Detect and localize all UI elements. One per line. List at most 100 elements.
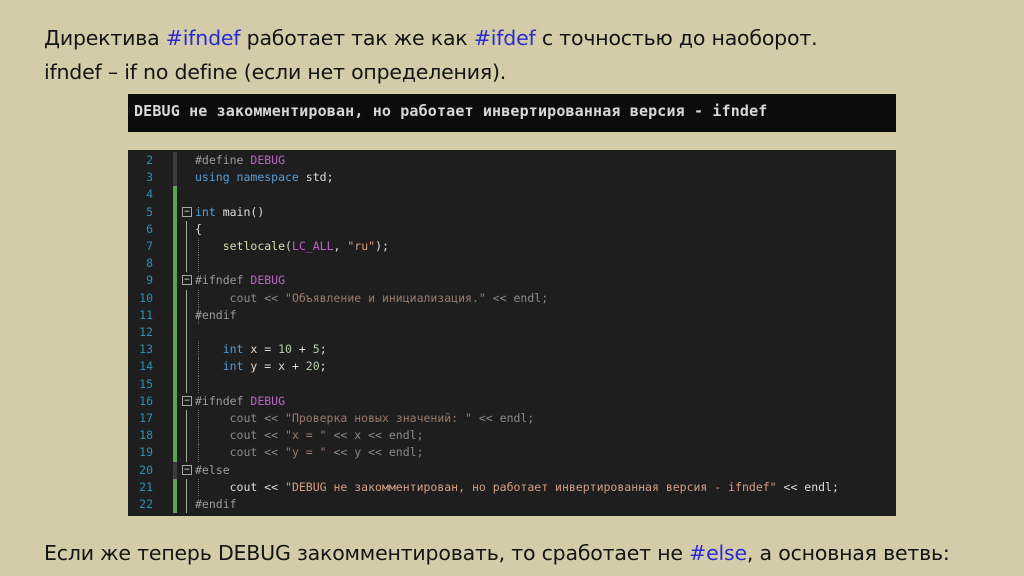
change-marker bbox=[173, 427, 177, 445]
code-text: cout << "DEBUG не закомментирован, но ра… bbox=[195, 479, 839, 496]
code-text: setlocale(LC_ALL, "ru"); bbox=[195, 238, 389, 255]
code-line: 6{ bbox=[128, 220, 896, 238]
line-number: 17 bbox=[139, 411, 153, 425]
code-text: int x = 10 + 5; bbox=[195, 341, 327, 358]
code-token: 10 bbox=[278, 342, 292, 357]
code-token: #endif bbox=[195, 307, 237, 322]
code-token: { bbox=[195, 221, 202, 236]
code-line: 4 bbox=[128, 186, 896, 204]
indent-guide bbox=[198, 375, 199, 393]
code-token: cout << bbox=[195, 290, 286, 305]
else-keyword: #else bbox=[689, 541, 747, 565]
line-number: 7 bbox=[146, 239, 153, 253]
code-token: ( bbox=[285, 239, 292, 253]
change-marker bbox=[173, 410, 177, 428]
outline-guide bbox=[186, 444, 187, 462]
code-text: cout << "Объявление и инициализация." <<… bbox=[195, 290, 549, 307]
line-number: 11 bbox=[139, 307, 153, 322]
code-token: , bbox=[333, 239, 348, 253]
code-line: 13 int x = 10 + 5; bbox=[128, 341, 896, 359]
code-token: #endif bbox=[195, 497, 237, 511]
line-number: 13 bbox=[139, 342, 153, 357]
outline-guide bbox=[186, 238, 187, 256]
change-marker bbox=[173, 255, 177, 273]
code-token: cout << bbox=[195, 445, 286, 460]
code-token: DEBUG bbox=[250, 153, 286, 167]
console-output-text: DEBUG не закомментирован, но работает ин… bbox=[134, 102, 768, 120]
code-token: << endl; bbox=[471, 411, 535, 425]
line-number: 19 bbox=[139, 445, 153, 460]
collapse-icon[interactable]: − bbox=[182, 206, 192, 217]
code-token: #ifndef bbox=[195, 393, 251, 408]
code-line: 22 #endif bbox=[128, 496, 896, 514]
caption-text: , а основная ветвь: bbox=[746, 541, 950, 565]
collapse-icon[interactable]: − bbox=[182, 395, 192, 406]
code-editor: 2 #define DEBUG 3 using namespace std; 4 5− in… bbox=[128, 150, 896, 516]
change-marker bbox=[173, 306, 177, 324]
line-number: 6 bbox=[146, 221, 153, 236]
code-line: 11 #endif bbox=[128, 306, 896, 324]
ifndef-keyword: #ifndef bbox=[165, 26, 241, 50]
code-token: "Объявление и инициализация." bbox=[285, 290, 486, 305]
code-token: #define bbox=[195, 153, 251, 167]
code-token: cout << bbox=[195, 479, 286, 494]
line-number: 3 bbox=[146, 170, 153, 185]
code-token: "y = " bbox=[285, 445, 327, 460]
line-number: 9 bbox=[146, 273, 153, 288]
change-marker bbox=[173, 392, 177, 410]
change-marker bbox=[173, 238, 177, 256]
line-number: 12 bbox=[139, 325, 153, 339]
code-line: 2 #define DEBUG bbox=[128, 152, 896, 170]
code-token: #else bbox=[195, 462, 230, 477]
code-token: << endl; bbox=[485, 290, 549, 305]
line-number: 10 bbox=[139, 290, 153, 305]
code-token: int bbox=[222, 342, 251, 357]
code-token: y = x + bbox=[250, 359, 306, 374]
line-number: 21 bbox=[139, 479, 153, 494]
change-marker bbox=[173, 324, 177, 342]
code-token: #ifndef bbox=[195, 273, 251, 288]
code-token: cout << bbox=[195, 428, 286, 443]
code-token: "Проверка новых значений: " bbox=[285, 411, 472, 425]
intro-line-1: Директива #ifndef работает так же как #i… bbox=[44, 26, 818, 50]
intro-text: Директива bbox=[44, 26, 166, 50]
line-number: 14 bbox=[139, 359, 153, 374]
change-marker bbox=[173, 169, 177, 187]
code-token: DEBUG bbox=[250, 393, 286, 408]
outline-guide bbox=[186, 410, 187, 428]
line-number: 18 bbox=[139, 428, 153, 443]
code-token: << y << endl; bbox=[326, 445, 424, 460]
code-text: #ifndef DEBUG bbox=[195, 272, 285, 289]
console-output-panel: DEBUG не закомментирован, но работает ин… bbox=[128, 94, 896, 132]
code-line: 21 cout << "DEBUG не закомментирован, но… bbox=[128, 478, 896, 496]
code-text: #else bbox=[195, 462, 230, 479]
change-marker bbox=[173, 496, 177, 514]
code-text: #ifndef DEBUG bbox=[195, 393, 285, 410]
code-token: "ru" bbox=[347, 239, 376, 253]
code-text: using namespace std; bbox=[195, 169, 334, 186]
code-text: #endif bbox=[195, 496, 237, 513]
line-number: 2 bbox=[146, 153, 153, 167]
line-number: 20 bbox=[139, 462, 153, 477]
line-number: 16 bbox=[139, 393, 153, 408]
change-marker bbox=[173, 341, 177, 359]
code-line: 12 bbox=[128, 324, 896, 342]
line-number: 15 bbox=[139, 376, 153, 391]
collapse-icon[interactable]: − bbox=[182, 464, 192, 475]
code-line: 5 − int main() bbox=[128, 203, 896, 221]
code-text: int main() bbox=[195, 204, 264, 221]
code-text: cout << "Проверка новых значений: " << e… bbox=[195, 410, 535, 427]
code-token: "x = " bbox=[285, 428, 327, 443]
collapse-icon[interactable]: − bbox=[182, 275, 192, 286]
code-token: 20 bbox=[305, 359, 320, 374]
outline-guide bbox=[186, 220, 187, 238]
ifdef-keyword: #ifdef bbox=[473, 26, 536, 50]
code-text: #endif bbox=[195, 307, 237, 324]
caption-text: Если же теперь DEBUG закомментировать, т… bbox=[44, 541, 690, 565]
outline-guide bbox=[186, 289, 187, 307]
outline-guide bbox=[186, 306, 187, 324]
code-token: ); bbox=[375, 239, 389, 253]
code-line: 19 cout << "y = " << y << endl; bbox=[128, 444, 896, 462]
code-token: namespace bbox=[236, 170, 306, 185]
